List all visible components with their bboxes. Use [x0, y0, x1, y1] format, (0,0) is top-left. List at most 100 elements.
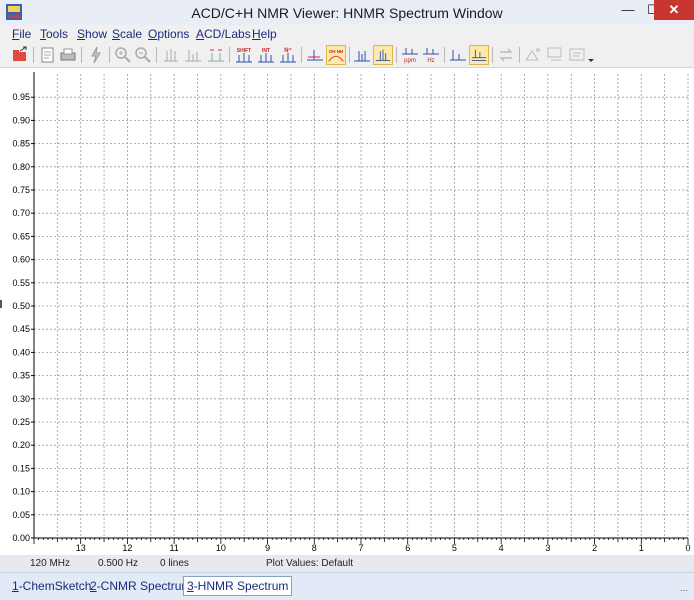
tab-hnmr-label: -HNMR Spectrum [193, 579, 289, 593]
x-tick-label: 6 [405, 543, 410, 553]
spectrum-plot-area[interactable]: 0.00 0.05 0.10 0.15 0.20 0.25 0.30 0.35 0.40 0.45… [0, 68, 694, 555]
y-tick-label: 0.75 [12, 185, 30, 195]
minimize-button[interactable]: — [614, 0, 642, 20]
print-preview-icon[interactable] [38, 45, 58, 65]
menu-acdlabs-mnemonic: A [196, 27, 205, 41]
y-tick-label: 0.85 [12, 139, 30, 149]
resize-grip-icon[interactable]: ... [680, 583, 688, 593]
x-tick-label: 0 [685, 543, 690, 553]
toolbar-separator [33, 47, 34, 63]
zoom-in-icon[interactable] [113, 45, 133, 65]
zoom-out-icon[interactable] [133, 45, 153, 65]
open-icon[interactable] [10, 45, 30, 65]
multiplet-icon[interactable] [352, 45, 372, 65]
x-tick-label: 13 [76, 543, 86, 553]
axis-layer [33, 72, 688, 539]
tick-layer: 0.00 0.05 0.10 0.15 0.20 0.25 0.30 0.35 0.40 0.45… [12, 92, 690, 553]
x-tick-label: 8 [312, 543, 317, 553]
menu-file-label: ile [19, 27, 32, 41]
tab-cnmr-spectrum[interactable]: 2-CNMR Spectrum [87, 577, 194, 595]
toolbar: SHIFT INT N⁺ OH NH ppm Hz [0, 43, 694, 68]
assign-icon[interactable] [523, 45, 543, 65]
toolbar-separator [349, 47, 350, 63]
x-tick-label: 5 [452, 543, 457, 553]
x-tick-label: 3 [545, 543, 550, 553]
menu-tools[interactable]: Tools [40, 27, 68, 41]
menu-scale-label: cale [120, 27, 143, 41]
spectrum-expand-icon[interactable] [183, 45, 203, 65]
y-tick-label: 0.90 [12, 115, 30, 125]
y-tick-label: 0.50 [12, 301, 30, 311]
print-icon[interactable] [58, 45, 78, 65]
menu-show[interactable]: Show [77, 27, 107, 41]
x-tick-label: 11 [169, 543, 178, 553]
menu-help[interactable]: Help [252, 27, 277, 41]
oh-nh-button[interactable]: OH NH [326, 45, 346, 65]
multiplet-active-button[interactable] [373, 45, 393, 65]
y-tick-label: 0.25 [12, 417, 30, 427]
y-tick-label: 0.60 [12, 255, 30, 265]
tab-chemsketch[interactable]: 1-ChemSketch [9, 577, 94, 595]
x-tick-label: 1 [639, 543, 644, 553]
y-tick-label: 0.65 [12, 231, 30, 241]
integral-icon[interactable]: INT [256, 45, 276, 65]
toolbar-separator [519, 47, 520, 63]
x-tick-label: 7 [358, 543, 363, 553]
y-tick-label: 0.45 [12, 324, 30, 334]
baseline-active-icon [471, 49, 487, 61]
export-icon[interactable] [567, 45, 587, 65]
menu-scale[interactable]: Scale [112, 27, 142, 41]
close-button[interactable]: ✕ [654, 0, 694, 20]
peak-pick-icon[interactable] [305, 45, 325, 65]
x-tick-label: 12 [122, 543, 132, 553]
menu-acdlabs[interactable]: ACD/Labs [196, 27, 251, 41]
menu-options-label: ptions [157, 27, 190, 41]
lightning-icon[interactable] [86, 45, 106, 65]
y-tick-label: 0.70 [12, 208, 30, 218]
spectrum-fit-icon[interactable] [206, 45, 226, 65]
y-tick-label: 0.05 [12, 510, 30, 520]
baseline-active-button[interactable] [469, 45, 489, 65]
chevron-down-icon[interactable] [586, 45, 596, 65]
tab-hnmr-number: 3 [187, 579, 194, 593]
shift-icon[interactable]: SHIFT [234, 45, 254, 65]
n-plus-icon[interactable]: N⁺ [278, 45, 298, 65]
x-tick-label: 10 [216, 543, 226, 553]
tab-chemsketch-label: -ChemSketch [18, 579, 92, 593]
y-tick-label: 0.20 [12, 440, 30, 450]
y-tick-label: 0.10 [12, 487, 30, 497]
y-tick-label: 0.30 [12, 394, 30, 404]
ppm-icon[interactable]: ppm [400, 45, 420, 65]
y-tick-label: 0.00 [12, 533, 30, 543]
x-tick-label: 2 [592, 543, 597, 553]
tab-hnmr-spectrum[interactable]: 3-HNMR Spectrum [183, 576, 293, 596]
toolbar-separator [301, 47, 302, 63]
toolbar-separator [156, 47, 157, 63]
menu-options[interactable]: Options [148, 27, 189, 41]
status-frequency: 120 MHz [30, 558, 71, 569]
y-tick-label: 0.80 [12, 162, 30, 172]
baseline-icon[interactable] [448, 45, 468, 65]
menu-help-mnemonic: H [252, 27, 261, 41]
structure-icon[interactable] [545, 45, 565, 65]
status-lines: 0 lines [160, 558, 189, 569]
toolbar-separator [81, 47, 82, 63]
menu-file[interactable]: File [12, 27, 31, 41]
menu-scale-mnemonic: S [112, 27, 121, 41]
x-tick-label: 9 [265, 543, 270, 553]
document-tabs: 1-ChemSketch 2-CNMR Spectrum 3-HNMR Spec… [0, 572, 694, 600]
hz-icon[interactable]: Hz [421, 45, 441, 65]
menu-options-mnemonic: O [148, 27, 158, 41]
svg-text:Hz: Hz [427, 58, 434, 64]
exchange-icon[interactable] [496, 45, 516, 65]
svg-text:N⁺: N⁺ [284, 47, 292, 54]
y-tick-label: 0.95 [12, 92, 30, 102]
title-bar: ACD/C+H NMR Viewer: HNMR Spectrum Window… [0, 0, 694, 25]
status-resolution: 0.500 Hz [98, 558, 139, 569]
menu-acdlabs-label: CD/Labs [204, 27, 251, 41]
tab-cnmr-label: -CNMR Spectrum [96, 579, 192, 593]
toolbar-separator [109, 47, 110, 63]
spectrum-chart[interactable]: 0.00 0.05 0.10 0.15 0.20 0.25 0.30 0.35 0.40 0.45… [0, 68, 694, 555]
spectrum-cursor-icon[interactable] [161, 45, 181, 65]
y-tick-label: 0.55 [12, 278, 30, 288]
